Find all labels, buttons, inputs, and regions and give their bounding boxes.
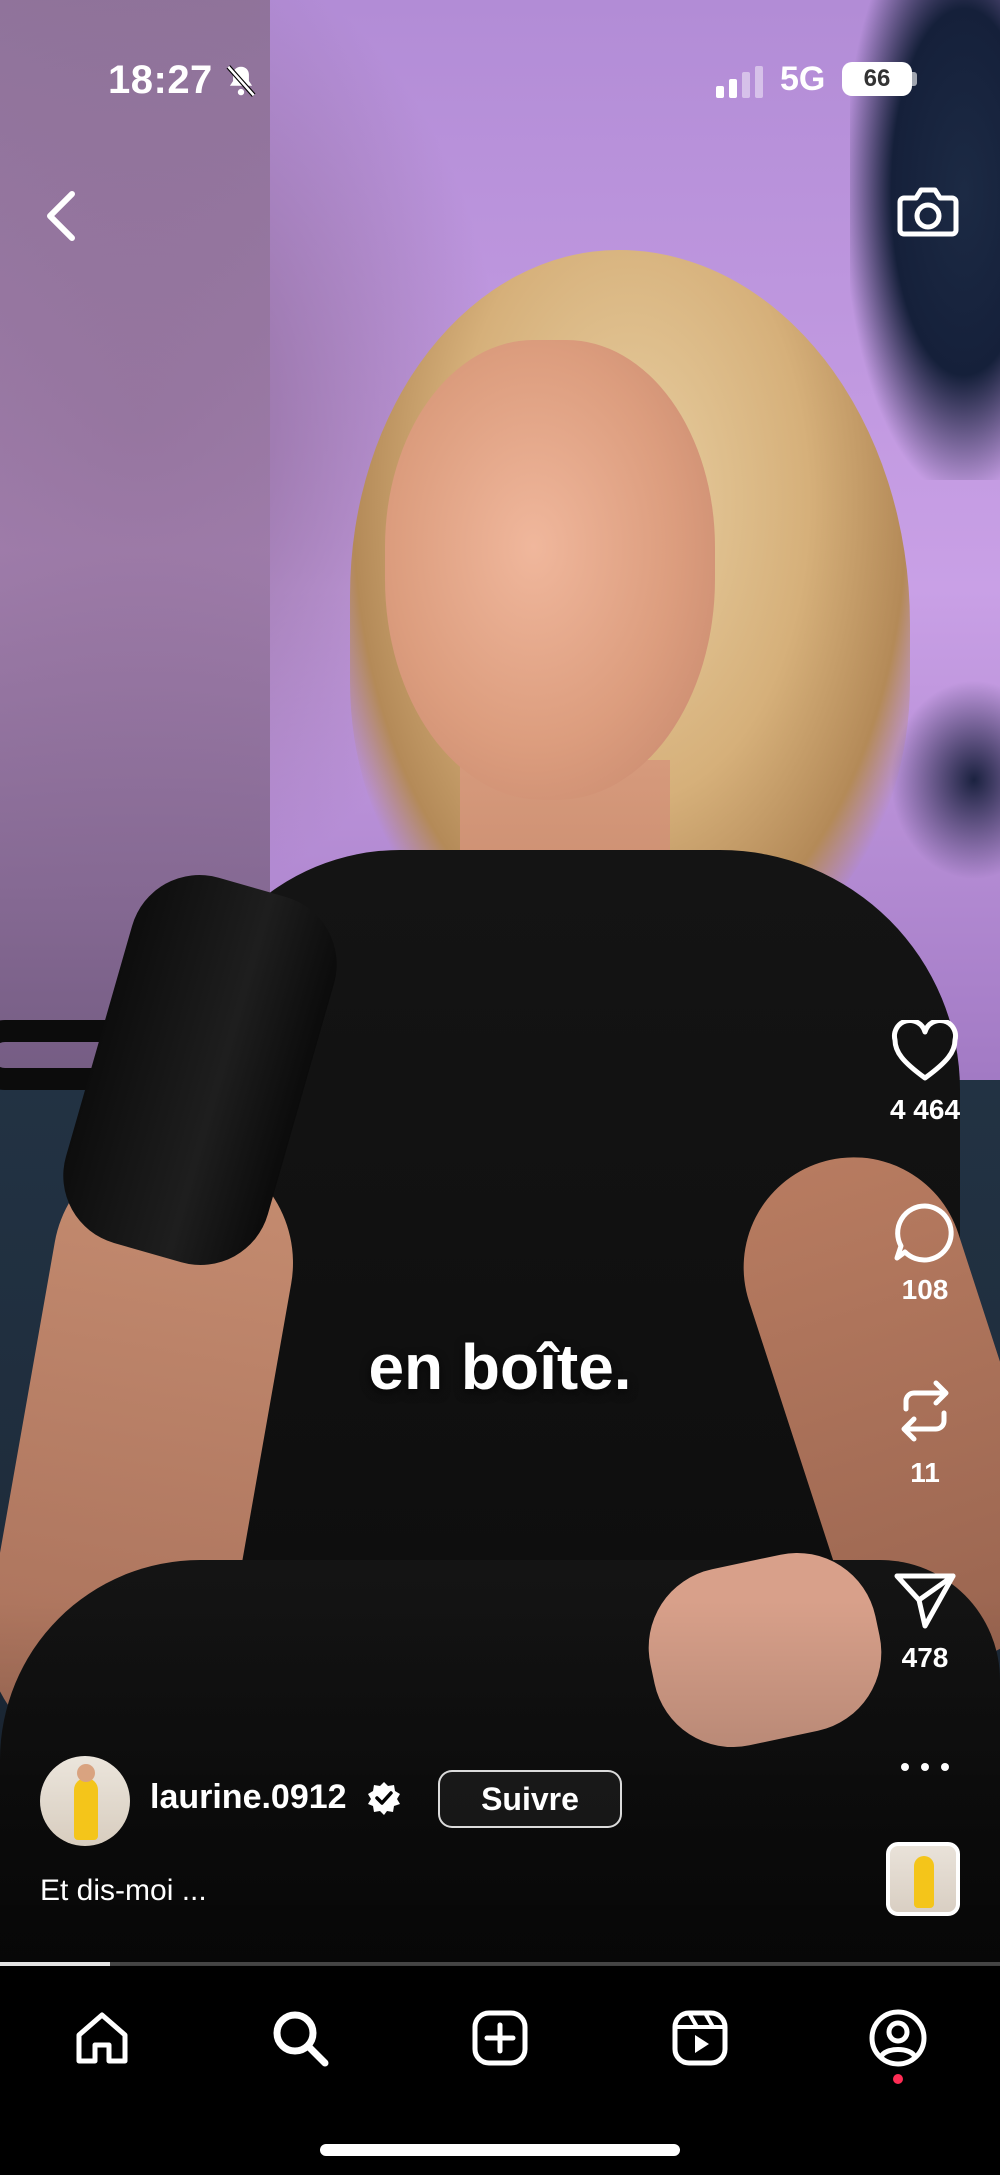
audio-thumbnail[interactable] <box>886 1842 960 1916</box>
signal-icon <box>716 66 763 98</box>
bell-slash-icon <box>226 65 256 97</box>
back-chevron-icon[interactable] <box>34 180 88 250</box>
create-icon <box>472 2010 528 2066</box>
verified-badge-icon <box>368 1782 400 1815</box>
notification-dot <box>893 2074 903 2084</box>
battery-indicator: 66 <box>842 62 912 96</box>
comment-icon <box>894 1203 954 1263</box>
video-subtitle: en boîte. <box>368 1331 632 1403</box>
nav-profile[interactable] <box>858 1998 938 2078</box>
home-indicator[interactable] <box>320 2144 680 2156</box>
search-icon <box>273 2011 329 2067</box>
comment-button[interactable]: 108 <box>860 1200 990 1306</box>
profile-icon <box>869 2009 927 2067</box>
reels-icon <box>672 2010 728 2066</box>
send-icon <box>894 1573 956 1629</box>
status-time: 18:27 <box>108 58 213 102</box>
battery-cap <box>912 72 917 86</box>
thumbnail-figure <box>914 1856 934 1908</box>
more-icon[interactable] <box>890 1750 960 1784</box>
share-count: 478 <box>901 1642 949 1673</box>
like-button[interactable]: 4 464 <box>860 1020 990 1126</box>
avatar-figure <box>74 1778 98 1840</box>
nav-create[interactable] <box>460 1998 540 2078</box>
network-type: 5G <box>780 60 826 98</box>
camera-icon[interactable] <box>896 180 960 242</box>
status-bar: 18:27 5G 66 <box>0 0 1000 120</box>
comment-count: 108 <box>901 1274 949 1305</box>
nav-search[interactable] <box>260 1998 340 2078</box>
repost-count: 11 <box>910 1457 940 1488</box>
avatar[interactable] <box>40 1756 130 1846</box>
nav-reels[interactable] <box>660 1998 740 2078</box>
home-icon <box>76 2012 128 2064</box>
person-face <box>385 340 715 800</box>
follow-button[interactable]: Suivre <box>438 1770 622 1828</box>
avatar-head <box>77 1764 95 1782</box>
repost-button[interactable]: 11 <box>860 1375 990 1489</box>
username[interactable]: laurine.0912 <box>150 1778 347 1817</box>
post-caption[interactable]: Et dis-moi ... <box>40 1874 207 1908</box>
like-count: 4 464 <box>889 1094 961 1125</box>
video-frame[interactable] <box>0 0 1000 1965</box>
heart-icon <box>891 1020 959 1081</box>
share-button[interactable]: 478 <box>860 1568 990 1674</box>
nav-home[interactable] <box>62 1998 142 2078</box>
bottom-nav <box>0 1966 1000 2175</box>
repost-icon <box>901 1380 949 1442</box>
author-row: laurine.0912 Suivre <box>40 1756 740 1846</box>
